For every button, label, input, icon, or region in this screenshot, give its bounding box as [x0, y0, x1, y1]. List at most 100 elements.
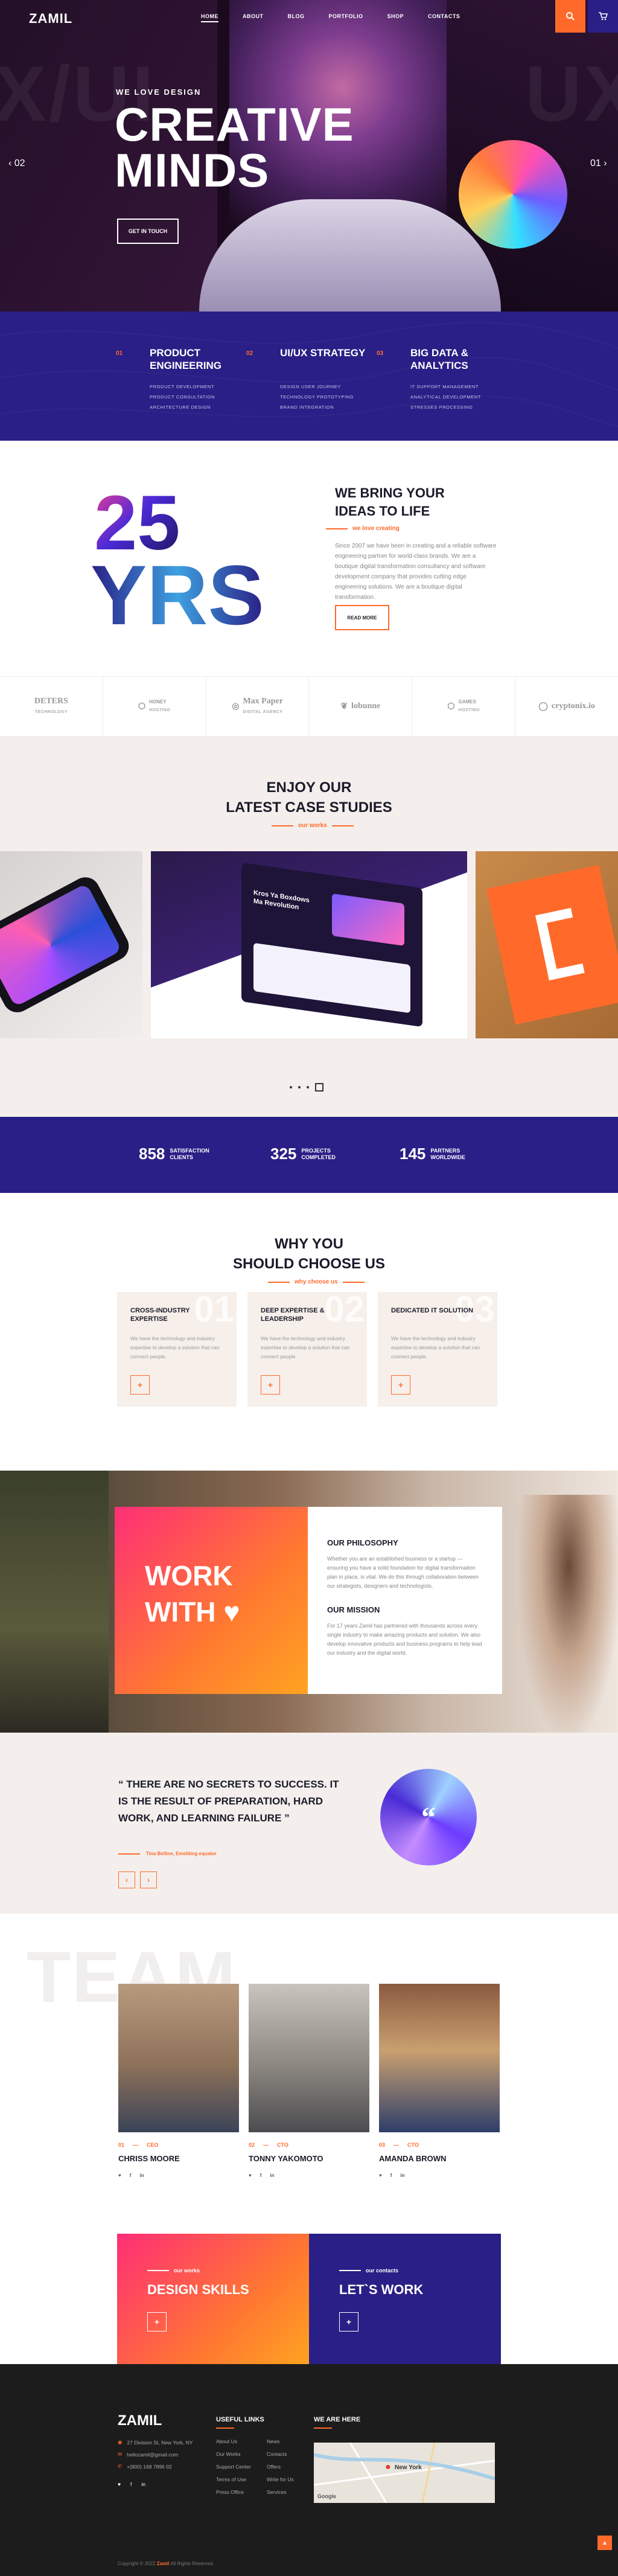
cta-line [147, 2270, 169, 2271]
site-logo[interactable]: ZAMIL [29, 11, 72, 27]
member-photo[interactable] [249, 1984, 369, 2132]
work-line1: WORK [145, 1560, 233, 1591]
facebook-icon[interactable]: f [390, 2173, 392, 2178]
tagline-line [268, 1281, 290, 1283]
footer-link[interactable]: Services [267, 2486, 294, 2499]
cta-section: our works DESIGN SKILLS + our contacts L… [0, 2234, 618, 2364]
cta-label: our works [147, 2268, 200, 2274]
copyright-brand[interactable]: Zamil [157, 2561, 170, 2566]
service-item[interactable]: ANALYTICAL DEVELOPMENT [410, 392, 481, 402]
footer-link[interactable]: Offers [267, 2461, 294, 2473]
twitter-icon[interactable]: ♥ [379, 2173, 382, 2178]
service-item[interactable]: TECHNOLOGY PROTOTYPING [280, 392, 354, 402]
quote-prev-button[interactable]: ‹ [118, 1871, 135, 1888]
why-card: 01 CROSS-INDUSTRY EXPERTISE We have the … [117, 1289, 237, 1407]
back-to-top-button[interactable]: ▲ [597, 2536, 612, 2550]
case-card-dashboard[interactable]: Kros Ya Boxdows Ma Revolution [151, 851, 467, 1038]
cases-title-line2: LATEST CASE STUDIES [226, 799, 392, 816]
hero-subtitle: WE LOVE DESIGN [116, 88, 202, 97]
brand-logo-honey[interactable]: ⬡ HONEY HOSTING [103, 677, 206, 736]
team-member: 03— CTO AMANDA BROWN ♥ f in [379, 1984, 500, 2178]
brand-logo-cryptonix[interactable]: ◯ cryptonix.io [515, 677, 618, 736]
slider-prev[interactable]: ‹ 02 [8, 158, 25, 169]
plus-button[interactable]: + [130, 1375, 150, 1395]
mockup-heading: Kros Ya Boxdows Ma Revolution [253, 889, 310, 912]
about-paragraph: Since 2007 we have been in creating and … [335, 543, 497, 601]
service-item[interactable]: BRAND INTEGRATION [280, 402, 354, 412]
linkedin-icon[interactable]: in [141, 2481, 145, 2487]
why-title-line1: WHY YOU [275, 1236, 343, 1252]
footer-link[interactable]: Support Center [216, 2461, 251, 2473]
brand-name: HONEY [149, 698, 167, 705]
facebook-icon[interactable]: f [130, 2481, 132, 2487]
service-item[interactable]: IT SUPPORT MANAGEMENT [410, 382, 481, 392]
plus-button[interactable]: + [147, 2312, 167, 2332]
facebook-icon[interactable]: f [260, 2173, 262, 2178]
nav-contacts[interactable]: CONTACTS [428, 13, 460, 22]
member-photo[interactable] [379, 1984, 500, 2132]
plus-button[interactable]: + [391, 1375, 410, 1395]
footer-link[interactable]: About Us [216, 2435, 251, 2448]
stat-value: 858 [139, 1145, 165, 1163]
footer-logo[interactable]: ZAMIL [118, 2412, 162, 2429]
brand-logo-games[interactable]: ⬡ GAMES HOSTING [412, 677, 516, 736]
plus-button[interactable]: + [339, 2312, 358, 2332]
cta-label-text: our contacts [366, 2268, 399, 2274]
nav-portfolio[interactable]: PORTFOLIO [329, 13, 363, 22]
service-item[interactable]: STRESSES PROCESSING [410, 402, 481, 412]
service-item[interactable]: PRODUCT DEVELOPMENT [150, 382, 215, 392]
footer-link[interactable]: Press Office [216, 2486, 251, 2499]
design-skills-box[interactable]: our works DESIGN SKILLS + [117, 2234, 309, 2364]
carousel-dot-active[interactable] [315, 1083, 323, 1091]
linkedin-icon[interactable]: in [139, 2173, 144, 2178]
footer-link[interactable]: Write for Us [267, 2473, 294, 2486]
twitter-icon[interactable]: ♥ [118, 2173, 121, 2178]
get-in-touch-button[interactable]: GET IN TOUCH [117, 219, 179, 244]
slider-next[interactable]: 01 › [590, 158, 607, 169]
twitter-icon[interactable]: ♥ [249, 2173, 252, 2178]
twitter-icon[interactable]: ♥ [118, 2481, 121, 2487]
map-roads [313, 2442, 495, 2504]
case-card-book[interactable] [476, 851, 618, 1038]
footer-phone[interactable]: ✆ +(800) 168 7896 02 [118, 2463, 172, 2470]
facebook-icon[interactable]: f [130, 2173, 132, 2178]
circle-icon: ◯ [538, 702, 548, 711]
location-map[interactable]: ● New York Google [313, 2442, 495, 2504]
brand-logo-deters[interactable]: DETERS TECHNOLOGY [0, 677, 103, 736]
service-number: 03 [377, 350, 384, 357]
service-item[interactable]: DESIGN USER JOURNEY [280, 382, 354, 392]
footer-link[interactable]: Terms of Use [216, 2473, 251, 2486]
nav-home[interactable]: HOME [201, 13, 218, 22]
carousel-dot[interactable] [307, 1086, 309, 1088]
search-button[interactable] [555, 0, 585, 33]
cart-button[interactable] [588, 0, 618, 33]
nav-about[interactable]: ABOUT [243, 13, 264, 22]
lets-work-box[interactable]: our contacts LET`S WORK + [309, 2234, 501, 2364]
team-member: 01— CEO CHRISS MOORE ♥ f in [118, 1984, 239, 2178]
nav-blog[interactable]: BLOG [288, 13, 305, 22]
brand-logo-lobunne[interactable]: ❦ lobunne [309, 677, 413, 736]
case-card-phone[interactable] [0, 851, 142, 1038]
member-photo[interactable] [118, 1984, 239, 2132]
carousel-dot[interactable] [298, 1086, 301, 1088]
footer-link[interactable]: News [267, 2435, 294, 2448]
quote-next-button[interactable]: › [140, 1871, 157, 1888]
brand-name: lobunne [351, 702, 381, 711]
carousel-dots [290, 1083, 323, 1091]
useful-links-title: USEFUL LINKS [216, 2416, 264, 2423]
linkedin-icon[interactable]: in [400, 2173, 404, 2178]
nav-shop[interactable]: SHOP [387, 13, 404, 22]
brand-logo-maxpaper[interactable]: ◎ Max Paper DIGITAL AGENCY [206, 677, 310, 736]
footer-link[interactable]: Contacts [267, 2448, 294, 2461]
service-item[interactable]: ARCHITECTURE DESIGN [150, 402, 215, 412]
plus-button[interactable]: + [261, 1375, 280, 1395]
carousel-dot[interactable] [290, 1086, 292, 1088]
read-more-button[interactable]: READ MORE [335, 605, 389, 630]
badge-icon: ◎ [232, 702, 240, 711]
footer-email[interactable]: ✉ hellozamil@gmail.com [118, 2451, 178, 2458]
footer-link[interactable]: Our Works [216, 2448, 251, 2461]
linkedin-icon[interactable]: in [270, 2173, 274, 2178]
work-with-text: WORK WITH ♥ [145, 1558, 240, 1630]
cases-title: ENJOY OUR LATEST CASE STUDIES [0, 778, 618, 817]
service-item[interactable]: PRODUCT CONSULTATION [150, 392, 215, 402]
